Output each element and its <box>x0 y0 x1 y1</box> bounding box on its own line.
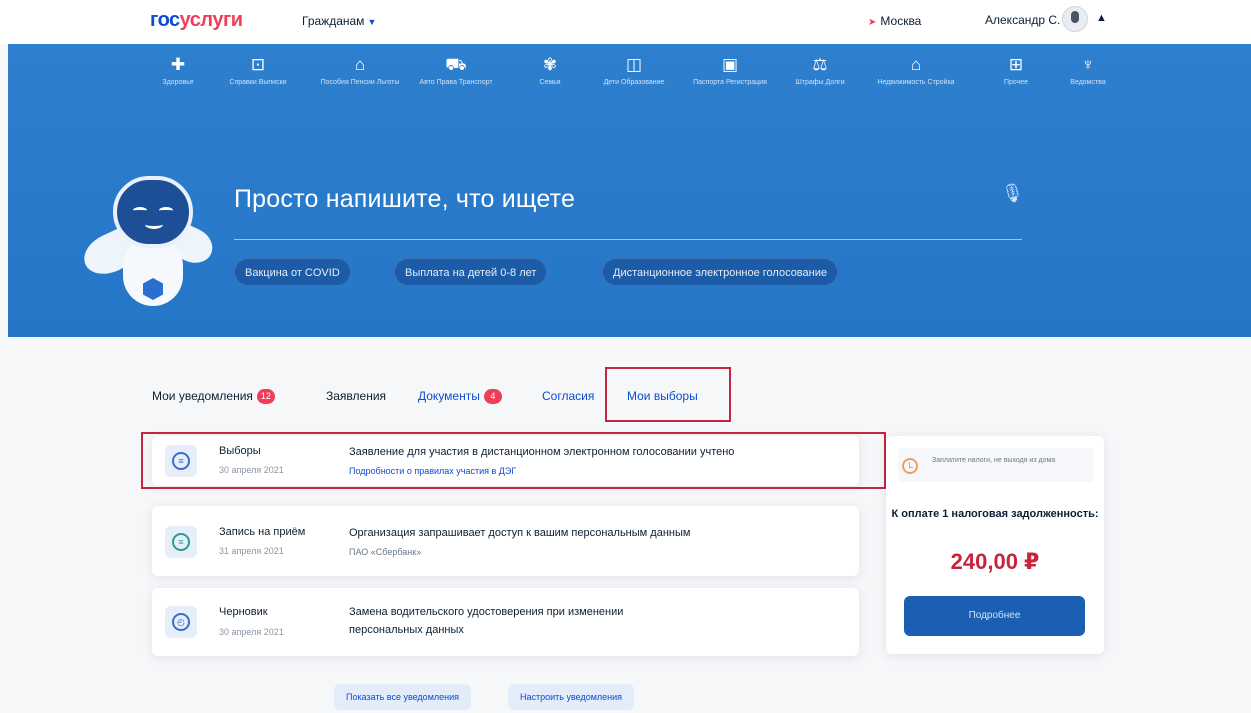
category-family[interactable]: ✾ Семья <box>510 52 590 87</box>
tax-debt-amount: 240,00 ₽ <box>950 549 1040 574</box>
search-underline <box>234 239 1022 240</box>
tax-debt-title: К оплате 1 налоговая задолженность: <box>891 508 1099 520</box>
family-icon: ✾ <box>542 55 558 74</box>
top-bar: госуслуги Гражданам ▼ ➤ Москва Александр С… <box>0 0 1251 44</box>
city-selector[interactable]: ➤ Москва <box>868 14 921 28</box>
microphone-icon[interactable]: 🎙 <box>1001 183 1024 209</box>
role-selector[interactable]: Гражданам ▼ <box>302 14 376 28</box>
category-agencies[interactable]: ♆ Ведомства <box>1048 52 1128 87</box>
fines-icon: ⚖ <box>812 55 828 74</box>
gosuslugi-logo[interactable]: госуслуги <box>150 9 243 32</box>
category-fines[interactable]: ⚖ Штрафы Долги <box>780 52 860 87</box>
chevron-down-icon: ▼ <box>367 17 377 27</box>
clock-icon <box>902 458 918 474</box>
property-icon: ⌂ <box>910 55 922 74</box>
documents-count-badge: 4 <box>483 389 502 404</box>
search-input[interactable]: Просто напишите, что ищете <box>234 185 575 214</box>
children-icon: ◫ <box>625 55 643 74</box>
category-passports[interactable]: ▣ Паспорта Регистрация <box>690 52 770 87</box>
other-icon: ⊞ <box>1008 55 1024 74</box>
chip-electronic-voting[interactable]: Дистанционное электронное голосование <box>602 258 838 286</box>
configure-notifications-button[interactable]: Настроить уведомления <box>508 684 635 710</box>
category-other[interactable]: ⊞ Прочее <box>976 52 1056 87</box>
tab-notifications[interactable]: Мои уведомления 12 <box>152 386 275 406</box>
passport-icon: ▣ <box>721 55 739 74</box>
tab-documents[interactable]: Документы 4 <box>418 386 502 406</box>
tab-applications[interactable]: Заявления <box>326 386 386 406</box>
category-nav: ✚ Здоровье ⊡ Справки Выписки ⌂ Пособия Пенс… <box>138 52 1128 122</box>
category-auto[interactable]: ⛟ Авто Права Транспорт <box>416 52 496 87</box>
tax-debt-panel: Заплатите налоги, не выходя из дома К оп… <box>886 436 1104 654</box>
agencies-icon: ♆ <box>1081 55 1095 74</box>
my-elections-tab-highlight <box>605 367 731 422</box>
category-children[interactable]: ◫ Дети Образование <box>594 52 674 87</box>
notification-card-draft[interactable]: ◴ Черновик 30 апреля 2021 Замена водител… <box>152 588 859 656</box>
category-health[interactable]: ✚ Здоровье <box>138 52 218 87</box>
category-property[interactable]: ⌂ Недвижимость Стройка <box>876 52 956 87</box>
hero-banner: ✚ Здоровье ⊡ Справки Выписки ⌂ Пособия Пенс… <box>8 44 1251 337</box>
appointment-icon: ≡ <box>172 533 190 551</box>
chevron-up-icon[interactable]: ▲ <box>1096 12 1107 24</box>
show-all-notifications-button[interactable]: Показать все уведомления <box>334 684 472 710</box>
car-icon: ⛟ <box>445 55 467 74</box>
health-icon: ✚ <box>170 55 186 74</box>
chip-covid-vaccine[interactable]: Вакцина от COVID <box>234 258 351 286</box>
benefits-icon: ⌂ <box>354 55 366 74</box>
notification-card-appointment[interactable]: ≡ Запись на приём 31 апреля 2021 Организ… <box>152 506 859 576</box>
category-certificates[interactable]: ⊡ Справки Выписки <box>218 52 298 87</box>
elections-card-highlight <box>141 432 886 489</box>
avatar[interactable] <box>1062 6 1088 32</box>
chip-child-payment[interactable]: Выплата на детей 0-8 лет <box>394 258 548 286</box>
user-name[interactable]: Александр С. <box>985 13 1060 27</box>
pension-icon: ⊡ <box>250 55 266 74</box>
location-pin-icon: ➤ <box>868 17 877 28</box>
tax-details-button[interactable]: Подробнее <box>904 596 1085 636</box>
assistant-robot-illustration <box>77 176 219 316</box>
tab-consents[interactable]: Согласия <box>542 386 594 406</box>
draft-icon: ◴ <box>172 613 190 631</box>
category-benefits[interactable]: ⌂ Пособия Пенсии Льготы <box>320 52 400 87</box>
notification-count-badge: 12 <box>256 389 275 404</box>
